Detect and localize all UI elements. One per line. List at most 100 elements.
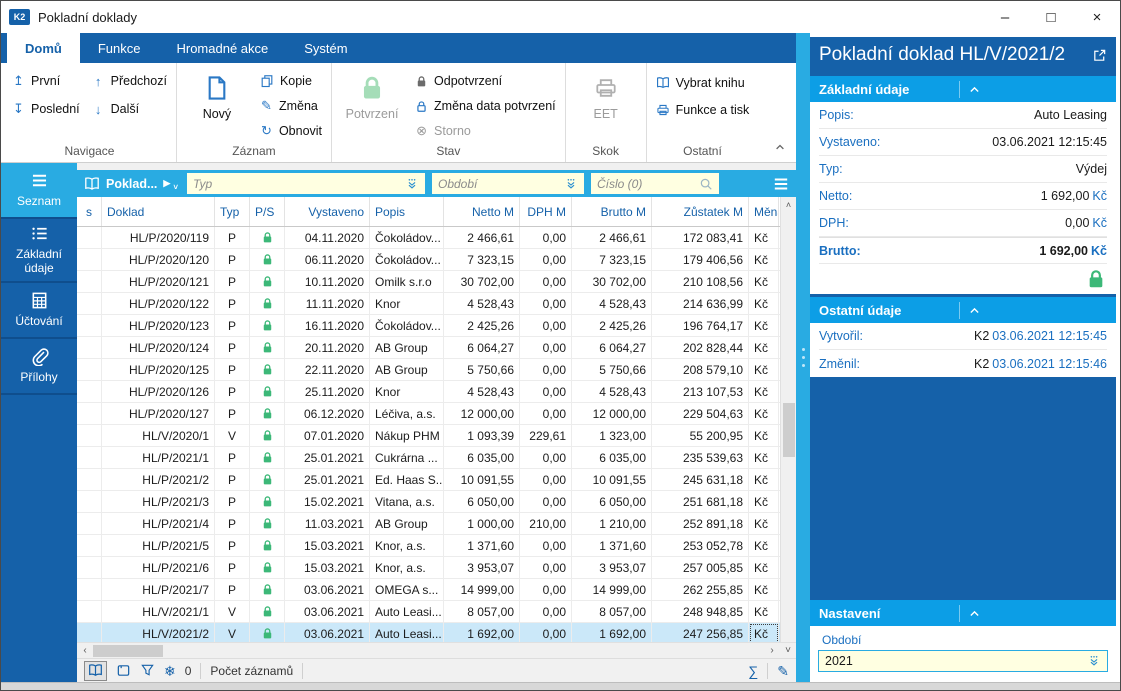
cell-typ[interactable]: P <box>215 535 250 556</box>
cell-s[interactable] <box>77 293 102 314</box>
cell-zustatek[interactable]: 202 828,44 <box>652 337 749 358</box>
cell-s[interactable] <box>77 601 102 622</box>
cell-doklad[interactable]: HL/P/2020/124 <box>102 337 215 358</box>
cell-vystaveno[interactable]: 07.01.2020 <box>285 425 370 446</box>
filter-typ-input[interactable]: Typ <box>187 173 425 194</box>
cell-vystaveno[interactable]: 11.11.2020 <box>285 293 370 314</box>
cell-brutto[interactable]: 3 953,07 <box>572 557 652 578</box>
cell-doklad[interactable]: HL/P/2020/120 <box>102 249 215 270</box>
cell-zustatek[interactable]: 172 083,41 <box>652 227 749 248</box>
vertical-scroll-thumb[interactable] <box>783 403 795 457</box>
cell-zustatek[interactable]: 247 256,85 <box>652 623 749 642</box>
cell-zustatek[interactable]: 245 631,18 <box>652 469 749 490</box>
cell-netto[interactable]: 5 750,66 <box>444 359 520 380</box>
filter-button[interactable] <box>140 663 155 678</box>
cell-netto[interactable]: 6 050,00 <box>444 491 520 512</box>
cell-mena[interactable]: Kč <box>749 557 779 578</box>
cell-doklad[interactable]: HL/P/2020/119 <box>102 227 215 248</box>
cell-doklad[interactable]: HL/P/2020/125 <box>102 359 215 380</box>
cell-netto[interactable]: 1 093,39 <box>444 425 520 446</box>
panel-splitter[interactable] <box>796 33 810 682</box>
cell-typ[interactable]: P <box>215 469 250 490</box>
cell-mena[interactable]: Kč <box>749 469 779 490</box>
cell-zustatek[interactable]: 253 052,78 <box>652 535 749 556</box>
cell-typ[interactable]: P <box>215 381 250 402</box>
cell-brutto[interactable]: 1 323,00 <box>572 425 652 446</box>
cell-mena[interactable]: Kč <box>749 579 779 600</box>
cell-mena[interactable]: Kč <box>749 491 779 512</box>
cell-typ[interactable]: P <box>215 227 250 248</box>
column-header-s[interactable]: s <box>77 197 102 226</box>
scroll-right-arrow[interactable]: › <box>764 645 780 656</box>
cell-dph[interactable]: 0,00 <box>520 447 572 468</box>
filter-obdobi-input[interactable]: Období <box>432 173 584 194</box>
cell-typ[interactable]: V <box>215 601 250 622</box>
cell-ps[interactable] <box>250 293 285 314</box>
cell-typ[interactable]: P <box>215 271 250 292</box>
cell-popis[interactable]: Léčiva, a.s. <box>370 403 444 424</box>
cell-doklad[interactable]: HL/P/2021/4 <box>102 513 215 534</box>
cell-doklad[interactable]: HL/P/2021/3 <box>102 491 215 512</box>
cell-brutto[interactable]: 14 999,00 <box>572 579 652 600</box>
cell-vystaveno[interactable]: 03.06.2021 <box>285 579 370 600</box>
cell-brutto[interactable]: 1 371,60 <box>572 535 652 556</box>
table-row[interactable]: HL/P/2021/5P15.03.2021Knor, a.s.1 371,60… <box>77 535 780 557</box>
cell-typ[interactable]: P <box>215 491 250 512</box>
cell-doklad[interactable]: HL/P/2021/1 <box>102 447 215 468</box>
scroll-left-arrow[interactable]: ‹ <box>77 645 93 656</box>
cell-s[interactable] <box>77 359 102 380</box>
cell-brutto[interactable]: 6 050,00 <box>572 491 652 512</box>
cell-ps[interactable] <box>250 271 285 292</box>
cell-ps[interactable] <box>250 249 285 270</box>
cell-zustatek[interactable]: 208 579,10 <box>652 359 749 380</box>
cell-zustatek[interactable]: 229 504,63 <box>652 403 749 424</box>
cell-vystaveno[interactable]: 03.06.2021 <box>285 601 370 622</box>
cell-ps[interactable] <box>250 557 285 578</box>
cell-ps[interactable] <box>250 359 285 380</box>
cell-mena[interactable]: Kč <box>749 271 779 292</box>
cell-ps[interactable] <box>250 381 285 402</box>
cell-mena[interactable]: Kč <box>749 447 779 468</box>
cell-popis[interactable]: Omilk s.r.o <box>370 271 444 292</box>
tab-domu[interactable]: Domů <box>7 33 80 63</box>
cell-s[interactable] <box>77 315 102 336</box>
cell-dph[interactable]: 0,00 <box>520 315 572 336</box>
cell-s[interactable] <box>77 227 102 248</box>
cell-netto[interactable]: 30 702,00 <box>444 271 520 292</box>
next-button[interactable]: ↓Další <box>92 99 167 119</box>
table-row[interactable]: HL/V/2020/1V07.01.2020Nákup PHM1 093,392… <box>77 425 780 447</box>
table-row[interactable]: HL/P/2021/7P03.06.2021OMEGA s...14 999,0… <box>77 579 780 601</box>
cell-netto[interactable]: 4 528,43 <box>444 293 520 314</box>
collapse-section-button[interactable] <box>959 302 1108 319</box>
cell-doklad[interactable]: HL/P/2021/6 <box>102 557 215 578</box>
cell-vystaveno[interactable]: 10.11.2020 <box>285 271 370 292</box>
cell-brutto[interactable]: 5 750,66 <box>572 359 652 380</box>
cell-doklad[interactable]: HL/P/2020/126 <box>102 381 215 402</box>
storno-button[interactable]: ⊗Storno <box>415 121 556 141</box>
column-header-popis[interactable]: Popis <box>370 197 444 226</box>
card-view-toggle[interactable] <box>116 663 131 678</box>
cell-popis[interactable]: Čokoládov... <box>370 315 444 336</box>
cell-zustatek[interactable]: 251 681,18 <box>652 491 749 512</box>
cell-dph[interactable]: 0,00 <box>520 623 572 642</box>
cell-ps[interactable] <box>250 491 285 512</box>
cell-brutto[interactable]: 8 057,00 <box>572 601 652 622</box>
cell-doklad[interactable]: HL/P/2021/2 <box>102 469 215 490</box>
table-row[interactable]: HL/P/2021/3P15.02.2021Vitana, a.s.6 050,… <box>77 491 780 513</box>
cell-netto[interactable]: 12 000,00 <box>444 403 520 424</box>
cell-brutto[interactable]: 10 091,55 <box>572 469 652 490</box>
cell-dph[interactable]: 229,61 <box>520 425 572 446</box>
cell-netto[interactable]: 2 466,61 <box>444 227 520 248</box>
cell-ps[interactable] <box>250 601 285 622</box>
cell-vystaveno[interactable]: 25.01.2021 <box>285 447 370 468</box>
cell-netto[interactable]: 14 999,00 <box>444 579 520 600</box>
cell-doklad[interactable]: HL/V/2020/1 <box>102 425 215 446</box>
cell-zustatek[interactable]: 196 764,17 <box>652 315 749 336</box>
table-row[interactable]: HL/P/2020/122P11.11.2020Knor4 528,430,00… <box>77 293 780 315</box>
cell-typ[interactable]: V <box>215 425 250 446</box>
cell-s[interactable] <box>77 491 102 512</box>
cell-vystaveno[interactable]: 15.02.2021 <box>285 491 370 512</box>
cell-dph[interactable]: 0,00 <box>520 491 572 512</box>
cell-typ[interactable]: P <box>215 315 250 336</box>
cell-vystaveno[interactable]: 11.03.2021 <box>285 513 370 534</box>
